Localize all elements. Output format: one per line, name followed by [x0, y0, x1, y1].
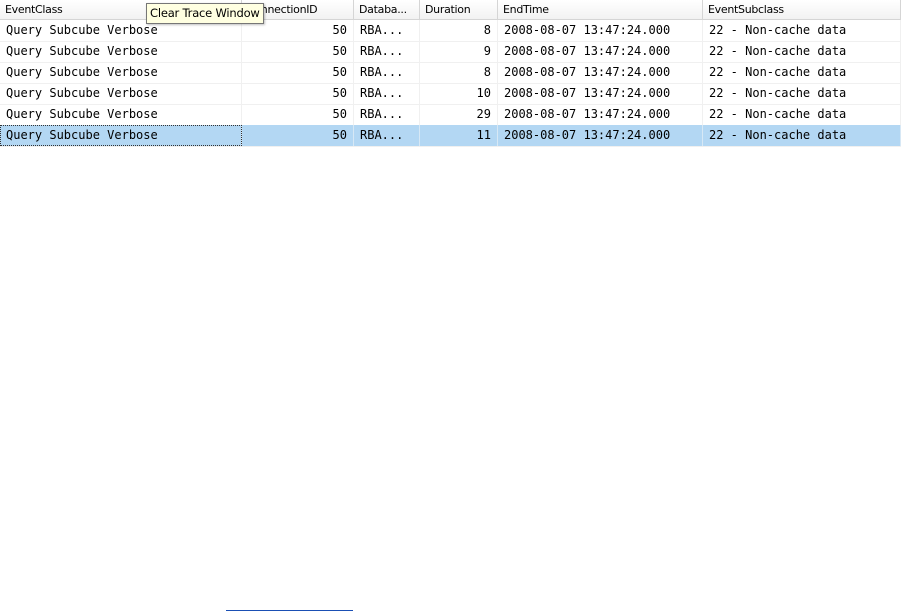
cell-event-subclass: 22 - Non-cache data — [703, 125, 901, 146]
table-row-selected[interactable]: Query Subcube Verbose 50 RBA... 11 2008-… — [0, 125, 901, 147]
cell-duration: 9 — [420, 41, 498, 62]
cell-event-subclass: 22 - Non-cache data — [703, 62, 901, 83]
cell-database: RBA... — [354, 41, 420, 62]
cell-event-subclass: 22 - Non-cache data — [703, 83, 901, 104]
column-header-database[interactable]: Databa... — [354, 0, 420, 19]
cell-database: RBA... — [354, 125, 420, 146]
cell-event-class: Query Subcube Verbose — [0, 104, 242, 125]
clear-trace-window-tooltip: Clear Trace Window — [146, 3, 264, 24]
cell-database: RBA... — [354, 83, 420, 104]
cell-connection-id: 50 — [242, 125, 354, 146]
cell-end-time: 2008-08-07 13:47:24.000 — [498, 20, 703, 41]
cell-event-subclass: 22 - Non-cache data — [703, 20, 901, 41]
column-header-duration[interactable]: Duration — [420, 0, 498, 19]
column-header-eventsubclass[interactable]: EventSubclass — [703, 0, 901, 19]
cell-connection-id: 50 — [242, 83, 354, 104]
cell-event-subclass: 22 - Non-cache data — [703, 41, 901, 62]
cell-duration: 8 — [420, 20, 498, 41]
cell-database: RBA... — [354, 20, 420, 41]
cell-duration: 29 — [420, 104, 498, 125]
cell-end-time: 2008-08-07 13:47:24.000 — [498, 125, 703, 146]
cell-end-time: 2008-08-07 13:47:24.000 — [498, 104, 703, 125]
cell-connection-id: 50 — [242, 62, 354, 83]
cell-event-subclass: 22 - Non-cache data — [703, 104, 901, 125]
cell-end-time: 2008-08-07 13:47:24.000 — [498, 41, 703, 62]
cell-duration: 11 — [420, 125, 498, 146]
table-row[interactable]: Query Subcube Verbose 50 RBA... 8 2008-0… — [0, 62, 901, 84]
table-row[interactable]: Query Subcube Verbose 50 RBA... 9 2008-0… — [0, 41, 901, 63]
cell-end-time: 2008-08-07 13:47:24.000 — [498, 83, 703, 104]
cell-event-class: Query Subcube Verbose — [0, 41, 242, 62]
link-underline[interactable] — [226, 610, 353, 611]
table-row[interactable]: Query Subcube Verbose 50 RBA... 10 2008-… — [0, 83, 901, 105]
cell-database: RBA... — [354, 62, 420, 83]
cell-event-class: Query Subcube Verbose — [0, 125, 242, 146]
column-header-endtime[interactable]: EndTime — [498, 0, 703, 19]
cell-duration: 10 — [420, 83, 498, 104]
trace-grid-header: EventClass ConnectionID Databa... Durati… — [0, 0, 901, 20]
cell-database: RBA... — [354, 104, 420, 125]
cell-end-time: 2008-08-07 13:47:24.000 — [498, 62, 703, 83]
cell-connection-id: 50 — [242, 41, 354, 62]
cell-event-class: Query Subcube Verbose — [0, 62, 242, 83]
table-row[interactable]: Query Subcube Verbose 50 RBA... 29 2008-… — [0, 104, 901, 126]
cell-event-class: Query Subcube Verbose — [0, 83, 242, 104]
table-row[interactable]: Query Subcube Verbose 50 RBA... 8 2008-0… — [0, 20, 901, 42]
cell-connection-id: 50 — [242, 104, 354, 125]
cell-duration: 8 — [420, 62, 498, 83]
